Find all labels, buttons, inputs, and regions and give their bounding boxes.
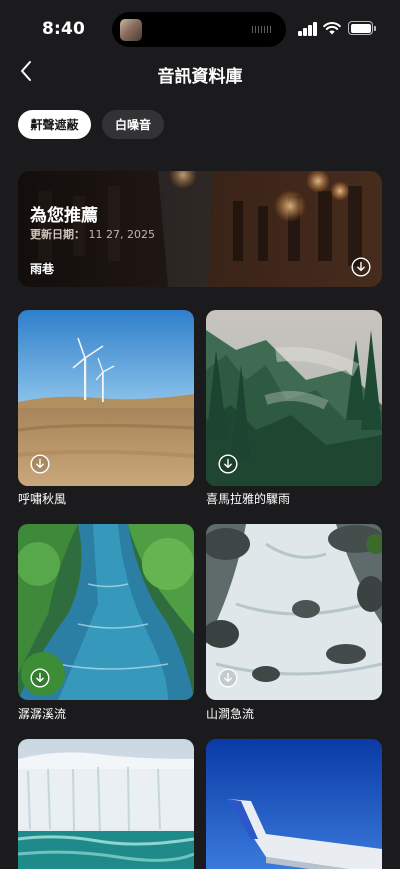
track-card-mountain-rapids[interactable] xyxy=(206,524,382,700)
page-title: 音訊資料庫 xyxy=(157,67,243,87)
featured-card[interactable]: 為您推薦 更新日期： 11 27, 2025 雨巷 xyxy=(18,171,382,287)
audio-waveform-icon xyxy=(252,26,272,33)
download-icon[interactable] xyxy=(218,454,238,474)
featured-date-value: 11 27, 2025 xyxy=(88,228,155,241)
featured-track-name: 雨巷 xyxy=(30,262,55,276)
track-card-waterfall[interactable] xyxy=(18,739,194,869)
download-icon[interactable] xyxy=(351,257,371,277)
featured-heading: 為您推薦 xyxy=(30,206,98,226)
battery-icon xyxy=(348,21,376,36)
track-name: 喜馬拉雅的驟雨 xyxy=(206,492,291,506)
featured-date-label: 更新日期： xyxy=(30,228,85,241)
track-card-himalayan-rain[interactable] xyxy=(206,310,382,486)
tab-snore-masking[interactable]: 鼾聲遮蔽 xyxy=(18,110,91,139)
track-card-autumn-wind[interactable] xyxy=(18,310,194,486)
download-icon[interactable] xyxy=(30,454,50,474)
wifi-icon xyxy=(323,22,341,35)
track-name: 呼嘯秋風 xyxy=(18,492,67,506)
track-name: 山澗急流 xyxy=(206,707,255,721)
download-icon[interactable] xyxy=(218,668,238,688)
top-nav: 音訊資料庫 xyxy=(0,56,400,90)
now-playing-artwork xyxy=(120,19,142,41)
cellular-signal-icon xyxy=(298,22,318,36)
track-card-airplane-cabin[interactable] xyxy=(206,739,382,869)
featured-update-date: 更新日期： 11 27, 2025 xyxy=(30,226,155,242)
track-name: 潺潺溪流 xyxy=(18,707,67,721)
waterfall-image xyxy=(18,739,194,869)
airplane-wing-image xyxy=(206,739,382,869)
status-time: 8:40 xyxy=(42,19,86,39)
track-card-babbling-brook[interactable] xyxy=(18,524,194,700)
download-icon[interactable] xyxy=(30,668,50,688)
status-bar: 8:40 xyxy=(0,0,400,56)
tab-white-noise[interactable]: 白噪音 xyxy=(102,110,164,139)
dynamic-island[interactable] xyxy=(112,12,286,47)
